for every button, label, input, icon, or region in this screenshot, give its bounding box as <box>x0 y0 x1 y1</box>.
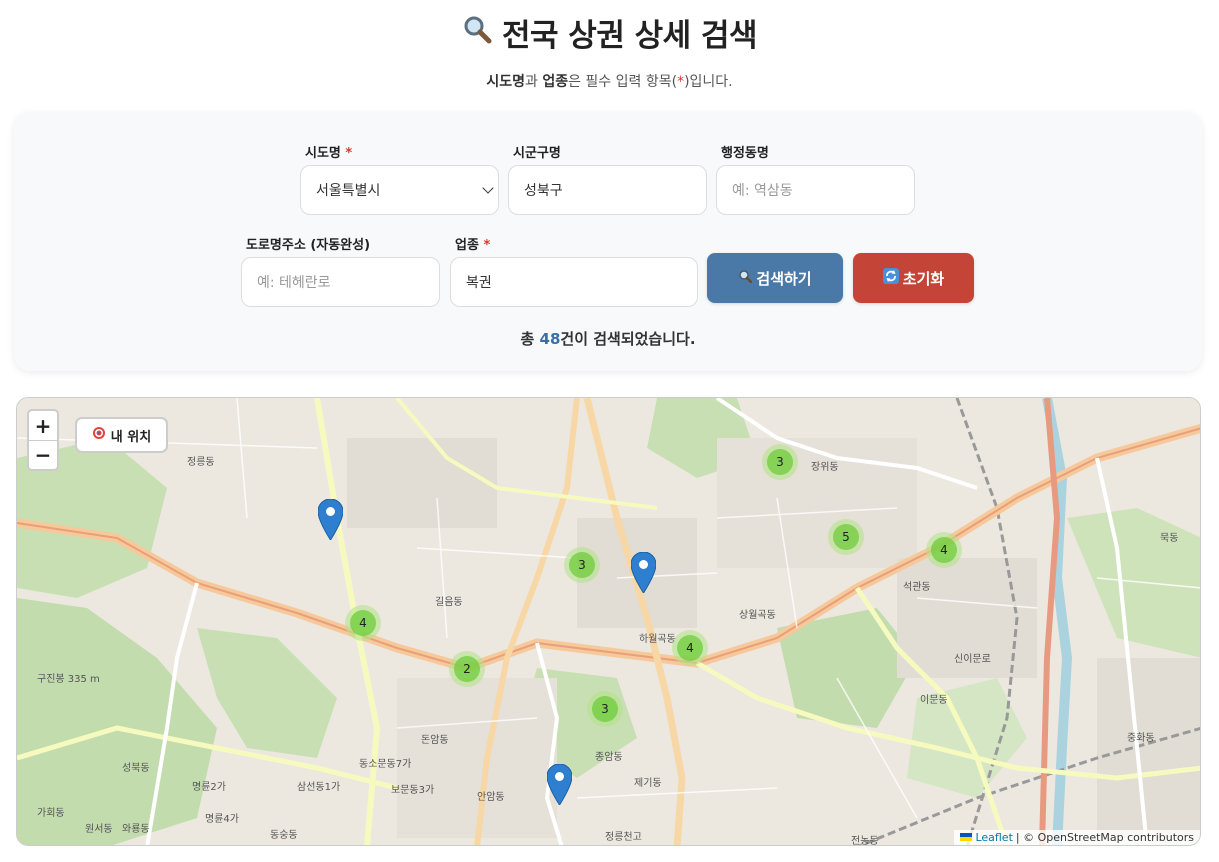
result-count: 48 <box>539 330 561 348</box>
map-label: 동소문동7가 <box>359 759 412 770</box>
result-prefix: 총 <box>520 330 540 348</box>
cluster-count: 4 <box>931 537 957 563</box>
map-attribution: Leaflet | © OpenStreetMap contributors <box>954 830 1200 845</box>
search-panel: 시도명 * 서울특별시 시군구명 성북구 행정동명 예: 역삼동 도로명주소 (… <box>14 112 1202 371</box>
chevron-down-icon <box>482 182 494 194</box>
subtitle-text-2: 은 필수 입력 항목( <box>568 74 678 90</box>
map-label: 신이문로 <box>954 654 991 665</box>
marker-cluster[interactable]: 4 <box>345 605 381 641</box>
target-icon <box>92 426 106 444</box>
map-label: 전농동 <box>851 836 879 846</box>
marker-cluster[interactable]: 5 <box>828 519 864 555</box>
result-summary: 총 48건이 검색되었습니다. <box>14 328 1202 349</box>
sido-label: 시도명 * <box>305 146 353 161</box>
cluster-count: 5 <box>833 524 859 550</box>
map-label: 성북동 <box>122 763 150 774</box>
result-suffix: 건이 검색되었습니다. <box>560 330 696 348</box>
dong-label: 행정동명 <box>721 146 769 161</box>
cluster-count: 3 <box>592 696 618 722</box>
map-label: 삼선동1가 <box>297 782 341 793</box>
category-field: 업종 * <box>455 234 491 253</box>
osm-attribution: | © OpenStreetMap contributors <box>1015 831 1194 844</box>
category-input-value: 복권 <box>466 275 492 291</box>
map-label: 중화동 <box>1127 733 1155 744</box>
sigungu-field: 시군구명 <box>513 142 561 161</box>
sido-select-value: 서울특별시 <box>316 183 381 199</box>
subtitle-text-3: )입니다. <box>684 74 733 90</box>
dong-input[interactable]: 예: 역삼동 <box>716 165 915 215</box>
map-label: 정릉천고 <box>605 832 642 843</box>
category-input[interactable]: 복권 <box>450 257 698 307</box>
dong-input-placeholder: 예: 역삼동 <box>732 183 793 199</box>
map-label: 상월곡동 <box>739 610 776 621</box>
map-label: 길음동 <box>435 597 463 608</box>
map-label: 이문동 <box>920 695 948 706</box>
map-label: 정릉동 <box>187 457 215 468</box>
sigungu-input-value: 성북구 <box>524 183 563 199</box>
sido-select[interactable]: 서울특별시 <box>300 165 499 215</box>
sido-field: 시도명 * <box>305 142 353 161</box>
cluster-count: 3 <box>569 552 595 578</box>
search-icon <box>738 269 753 287</box>
marker-cluster[interactable]: 4 <box>672 630 708 666</box>
map-label: 안암동 <box>477 792 505 803</box>
subtitle-sido: 시도명 <box>486 74 525 90</box>
subtitle-text-1: 과 <box>524 74 543 90</box>
my-location-button[interactable]: 내 위치 <box>75 417 168 453</box>
map-label: 장위동 <box>811 462 839 473</box>
magnifier-icon <box>462 14 492 52</box>
page-title-text: 전국 상권 상세 검색 <box>501 18 758 54</box>
category-label: 업종 * <box>455 238 491 253</box>
reset-button[interactable]: 초기화 <box>853 253 974 303</box>
marker-cluster[interactable]: 3 <box>564 547 600 583</box>
map-pin-icon[interactable] <box>318 499 343 540</box>
leaflet-link[interactable]: Leaflet <box>975 831 1012 844</box>
ukraine-flag-icon <box>960 831 973 844</box>
map-label: 묵동 <box>1160 533 1179 544</box>
map-pin-icon[interactable] <box>547 764 572 805</box>
map-label: 명륜4가 <box>205 814 239 825</box>
road-label: 도로명주소 (자동완성) <box>246 238 371 253</box>
map-label: 돈암동 <box>421 735 449 746</box>
map-label: 구진봉 335 m <box>37 674 100 685</box>
refresh-icon <box>882 268 899 288</box>
cluster-count: 3 <box>767 449 793 475</box>
road-input[interactable]: 예: 테헤란로 <box>241 257 440 307</box>
sigungu-label: 시군구명 <box>513 146 561 161</box>
map-label: 가회동 <box>37 808 65 819</box>
marker-cluster[interactable]: 4 <box>926 532 962 568</box>
page-subtitle: 시도명과 업종은 필수 입력 항목(*)입니다. <box>0 71 1219 91</box>
marker-cluster[interactable]: 2 <box>449 651 485 687</box>
map-pin-icon[interactable] <box>631 552 656 593</box>
dong-field: 행정동명 <box>721 142 769 161</box>
map-label: 명륜2가 <box>192 782 226 793</box>
subtitle-category: 업종 <box>542 74 569 90</box>
cluster-count: 2 <box>454 656 480 682</box>
reset-button-label: 초기화 <box>902 269 945 288</box>
map-label: 보문동3가 <box>391 785 435 796</box>
cluster-count: 4 <box>677 635 703 661</box>
map-label: 제기동 <box>634 778 662 789</box>
map-label: 원서동 <box>85 824 113 835</box>
search-button[interactable]: 검색하기 <box>707 253 843 303</box>
zoom-in-button[interactable]: + <box>29 411 57 440</box>
map-view[interactable]: 정릉동 구진봉 335 m 길음동 하월곡동 상월곡동 석관동 장위동 종암동 … <box>16 397 1201 846</box>
my-location-label: 내 위치 <box>110 429 152 445</box>
map-label: 하월곡동 <box>639 634 676 645</box>
marker-cluster[interactable]: 3 <box>587 691 623 727</box>
marker-cluster[interactable]: 3 <box>762 444 798 480</box>
zoom-control: + − <box>27 409 59 471</box>
zoom-out-button[interactable]: − <box>29 440 57 469</box>
page-header: 전국 상권 상세 검색 시도명과 업종은 필수 입력 항목(*)입니다. <box>0 0 1219 91</box>
map-label: 와룡동 <box>122 824 150 835</box>
map-label: 종암동 <box>595 752 623 763</box>
page-title: 전국 상권 상세 검색 <box>462 10 758 55</box>
map-label: 석관동 <box>903 582 931 593</box>
map-label: 동숭동 <box>270 830 298 841</box>
road-field: 도로명주소 (자동완성) <box>246 234 371 253</box>
cluster-count: 4 <box>350 610 376 636</box>
search-button-label: 검색하기 <box>756 269 812 288</box>
road-input-placeholder: 예: 테헤란로 <box>257 275 331 291</box>
sigungu-input[interactable]: 성북구 <box>508 165 707 215</box>
